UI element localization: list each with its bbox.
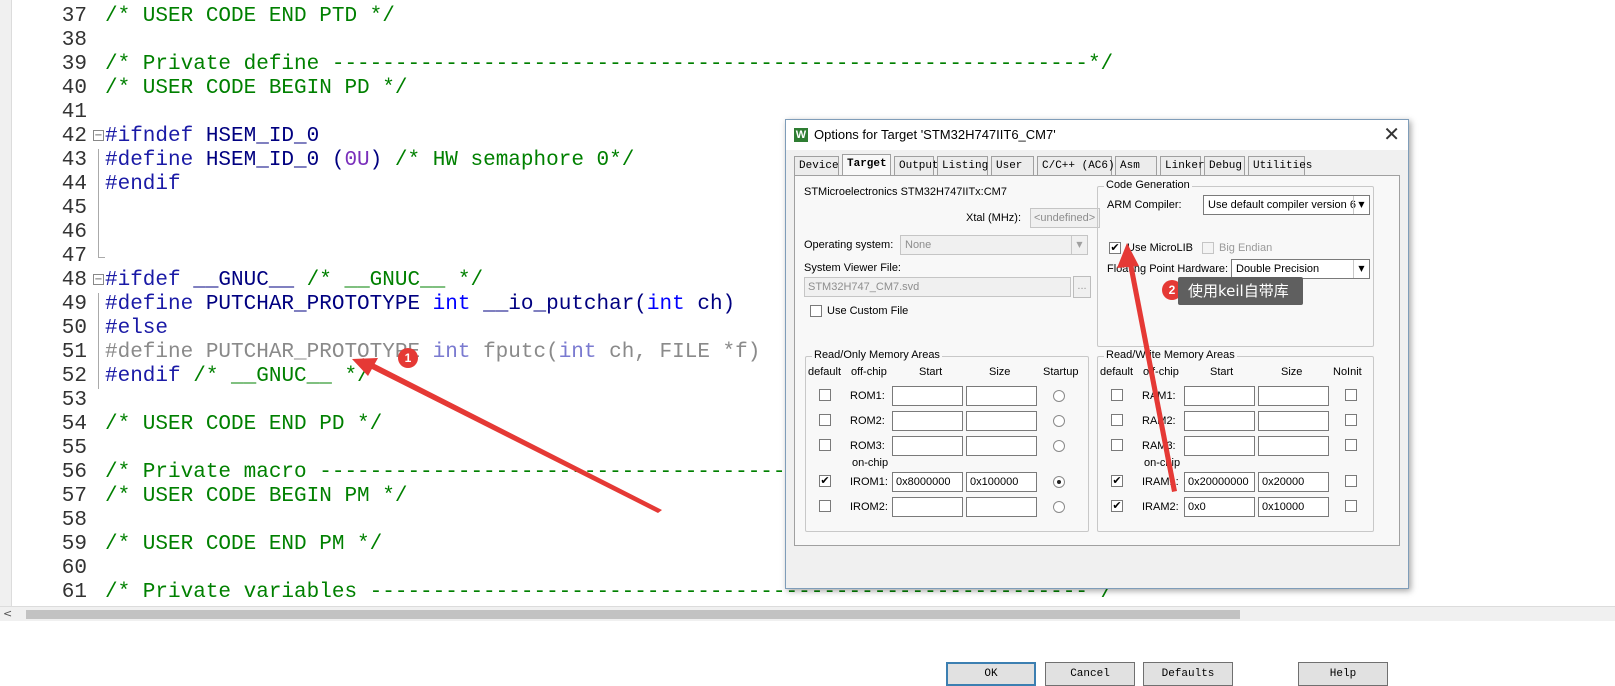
- annotation-callout: 使用keil自带库: [1178, 277, 1303, 305]
- cancel-button[interactable]: Cancel: [1045, 662, 1135, 686]
- arrow-1: [360, 358, 662, 513]
- defaults-button[interactable]: Defaults: [1143, 662, 1233, 686]
- help-button[interactable]: Help: [1298, 662, 1388, 686]
- tab-target[interactable]: Target: [842, 154, 891, 175]
- annotation-arrows: [352, 243, 1177, 513]
- arrow-2-head: [1117, 243, 1139, 268]
- ok-button[interactable]: OK: [946, 662, 1036, 686]
- badge-1: 1: [398, 348, 418, 368]
